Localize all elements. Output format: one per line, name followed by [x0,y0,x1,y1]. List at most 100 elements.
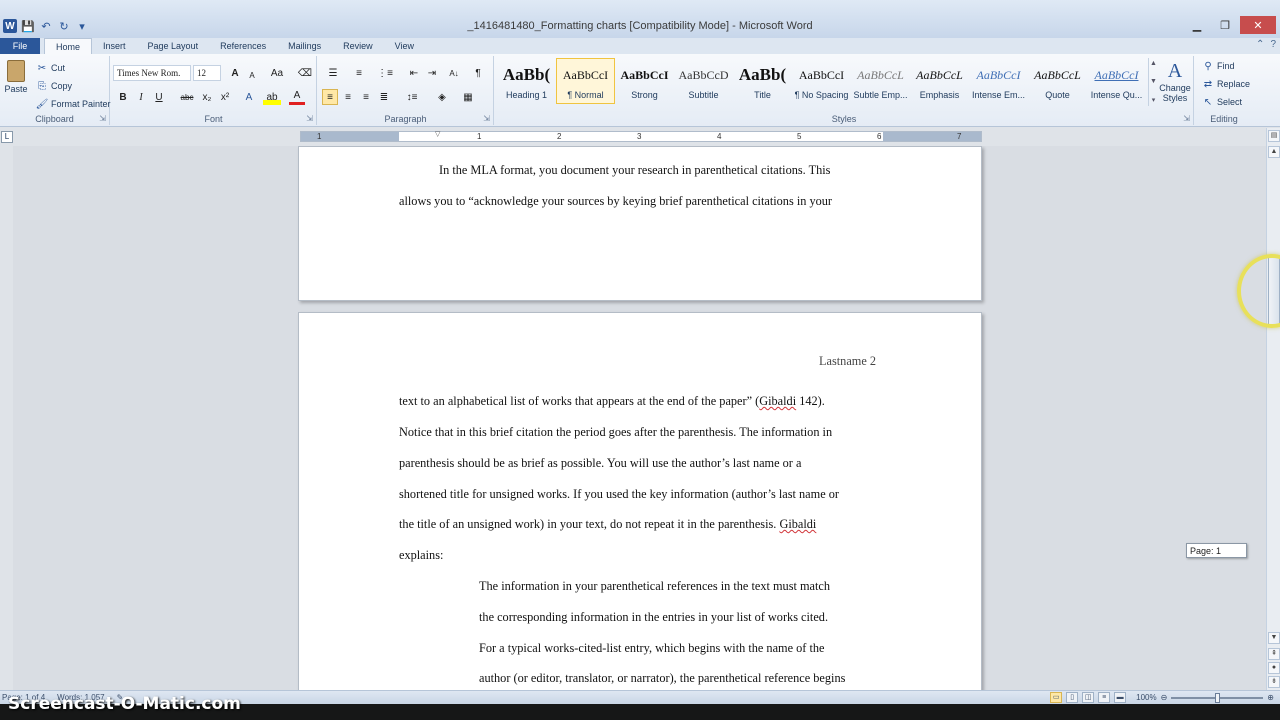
font-launcher-icon[interactable]: ⇲ [306,114,313,123]
paste-button[interactable]: Paste [3,60,29,94]
cut-button[interactable]: ✂ Cut [36,62,65,74]
font-color-button[interactable]: A [289,89,305,105]
font-size-combo[interactable]: 12 [193,65,221,81]
full-screen-reading-icon[interactable]: ▯ [1066,692,1079,703]
horizontal-ruler[interactable]: 1 1 2 3 4 5 6 7 ▽ [300,131,982,142]
line-spacing-icon[interactable]: ↕≡ [402,89,422,105]
justify-icon[interactable]: ≣ [376,89,392,105]
zoom-level[interactable]: 100% [1136,693,1156,702]
align-right-icon[interactable]: ≡ [358,89,374,105]
tab-review[interactable]: Review [332,38,384,54]
zoom-slider-knob[interactable] [1215,692,1221,703]
style-quote[interactable]: AaBbCcL Quote [1028,58,1087,104]
print-layout-icon[interactable]: ▭ [1050,692,1063,703]
outline-icon[interactable]: ≡ [1098,692,1111,703]
style-subtle-emphasis[interactable]: AaBbCcL Subtle Emp... [851,58,910,104]
paragraph-launcher-icon[interactable]: ⇲ [483,114,490,123]
text-effects-icon[interactable]: A [241,89,257,105]
align-left-icon[interactable]: ≡ [322,89,338,105]
zoom-slider[interactable] [1171,692,1264,703]
style-preview: AaBbCcL [1034,67,1081,82]
shrink-font-button[interactable]: A [244,67,260,83]
decrease-indent-icon[interactable]: ⇤ [406,65,422,81]
bullets-icon[interactable]: ☰ [322,65,344,81]
select-button[interactable]: ↖ Select [1202,96,1242,108]
page-2[interactable]: Lastname 2 text to an alphabetical list … [298,312,982,690]
help-icon[interactable]: ? [1270,39,1276,50]
increase-indent-icon[interactable]: ⇥ [424,65,440,81]
align-center-icon[interactable]: ≡ [340,89,356,105]
ruler-number: 4 [717,132,722,141]
scroll-up-arrow[interactable]: ▲ [1268,146,1280,158]
style-subtitle[interactable]: AaBbCcD Subtitle [674,58,733,104]
subscript-button[interactable]: x₂ [199,89,215,105]
replace-button[interactable]: ⇄ Replace [1202,78,1250,90]
underline-button[interactable]: U [151,89,167,105]
change-styles-button[interactable]: A Change Styles [1158,60,1192,103]
tab-selector-icon[interactable]: L [1,131,13,143]
grow-font-button[interactable]: A [227,65,243,81]
bold-button[interactable]: B [115,89,131,105]
style-heading-1[interactable]: AaBb( Heading 1 [497,58,556,104]
indent-marker-icon[interactable]: ▽ [435,130,440,138]
highlight-button[interactable]: ab [263,89,281,105]
tab-file[interactable]: File [0,38,40,54]
shading-icon[interactable]: ◈ [434,89,450,105]
status-right: ▭ ▯ ◫ ≡ ▬ 100% ⊖ ⊕ [1050,692,1274,703]
scroll-up-icon[interactable]: ▲ [1150,60,1157,67]
numbering-icon[interactable]: ≡ [348,65,370,81]
tab-page-layout[interactable]: Page Layout [137,38,210,54]
scroll-down-icon[interactable]: ▼ [1150,78,1157,85]
spelling-flag[interactable]: Gibaldi [759,394,796,408]
sort-button[interactable]: A↓ [446,65,462,81]
minimize-button[interactable]: ▁ [1184,16,1210,34]
page-1[interactable]: In the MLA format, you document your res… [298,146,982,301]
browse-object-icon[interactable]: ● [1268,662,1280,674]
change-case-button[interactable]: Aa [267,65,287,81]
tab-references[interactable]: References [209,38,277,54]
body-line: allows you to “acknowledge your sources … [399,194,832,208]
style-intense-quote[interactable]: AaBbCcI Intense Qu... [1087,58,1146,104]
clear-formatting-icon[interactable]: ⌫ [297,65,313,81]
minimize-ribbon-icon[interactable]: ⌃ [1256,39,1264,50]
document-area[interactable]: In the MLA format, you document your res… [13,146,1266,690]
style-intense-emphasis[interactable]: AaBbCcI Intense Em... [969,58,1028,104]
ruler-number: 3 [637,132,642,141]
styles-launcher-icon[interactable]: ⇲ [1183,114,1190,123]
italic-button[interactable]: I [133,89,149,105]
vertical-scrollbar[interactable]: ▤ ▲ ▼ ⇞ ● ⇟ [1266,128,1280,690]
next-page-icon[interactable]: ⇟ [1268,676,1280,688]
style-normal[interactable]: AaBbCcI ¶ Normal [556,58,615,104]
find-button[interactable]: ⚲ Find [1202,60,1234,72]
tab-view[interactable]: View [384,38,425,54]
draft-icon[interactable]: ▬ [1114,692,1127,703]
tab-home[interactable]: Home [44,38,93,54]
zoom-in-icon[interactable]: ⊕ [1267,693,1274,702]
spelling-flag[interactable]: Gibaldi [779,517,816,531]
close-button[interactable]: ✕ [1240,16,1276,34]
superscript-button[interactable]: x² [217,89,233,105]
strikethrough-button[interactable]: abc [177,89,197,105]
multilevel-list-icon[interactable]: ⋮≡ [374,65,396,81]
tab-insert[interactable]: Insert [92,38,137,54]
styles-gallery-scroll[interactable]: ▲ ▼ ▾ [1148,58,1158,106]
style-strong[interactable]: AaBbCcI Strong [615,58,674,104]
copy-button[interactable]: ⎘ Copy [36,80,72,92]
zoom-out-icon[interactable]: ⊖ [1161,693,1168,702]
ruler-toggle-icon[interactable]: ▤ [1268,130,1280,142]
clipboard-launcher-icon[interactable]: ⇲ [99,114,106,123]
show-formatting-button[interactable]: ¶ [470,65,486,81]
previous-page-icon[interactable]: ⇞ [1268,648,1280,660]
web-layout-icon[interactable]: ◫ [1082,692,1095,703]
style-no-spacing[interactable]: AaBbCcI ¶ No Spacing [792,58,851,104]
format-painter-button[interactable]: 🖌 Format Painter [36,98,111,110]
style-title[interactable]: AaBb( Title [733,58,792,104]
borders-icon[interactable]: ▦ [460,89,476,105]
scroll-down-arrow[interactable]: ▼ [1268,632,1280,644]
more-icon[interactable]: ▾ [1152,96,1156,104]
tab-mailings[interactable]: Mailings [277,38,332,54]
change-styles-icon: A [1167,60,1183,82]
font-name-combo[interactable]: Times New Rom. [113,65,191,81]
maximize-button[interactable]: ❐ [1212,16,1238,34]
style-emphasis[interactable]: AaBbCcL Emphasis [910,58,969,104]
